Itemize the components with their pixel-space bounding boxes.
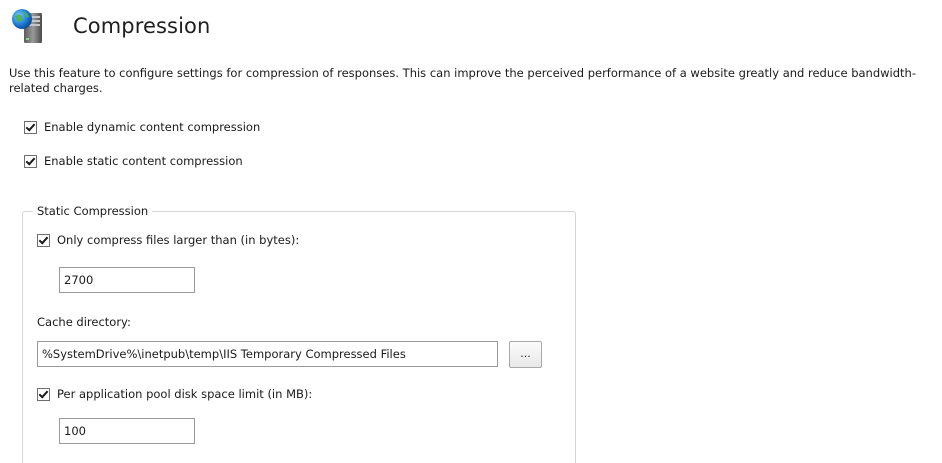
disk-space-limit-input[interactable]: 100	[59, 418, 195, 444]
disk-space-limit-label: Per application pool disk space limit (i…	[57, 387, 313, 401]
browse-button[interactable]: ...	[509, 341, 542, 368]
cache-directory-input[interactable]: %SystemDrive%\inetpub\temp\IIS Temporary…	[37, 341, 498, 367]
only-compress-larger-option[interactable]: Only compress files larger than (in byte…	[37, 231, 299, 249]
compression-page: Compression Use this feature to configur…	[0, 0, 942, 463]
disk-space-limit-option[interactable]: Per application pool disk space limit (i…	[37, 385, 312, 403]
static-compression-option[interactable]: Enable static content compression	[24, 152, 243, 170]
page-header: Compression	[10, 6, 210, 46]
only-compress-larger-checkbox[interactable]	[37, 233, 50, 247]
dynamic-compression-checkbox[interactable]	[24, 120, 37, 134]
dynamic-compression-label: Enable dynamic content compression	[44, 120, 261, 134]
page-title: Compression	[73, 14, 211, 38]
disk-space-limit-checkbox[interactable]	[37, 387, 50, 401]
static-compression-label: Enable static content compression	[44, 154, 243, 168]
cache-directory-label: Cache directory:	[37, 315, 131, 329]
dynamic-compression-option[interactable]: Enable dynamic content compression	[24, 118, 260, 136]
min-file-size-input[interactable]: 2700	[59, 267, 195, 293]
iis-server-globe-icon	[10, 7, 48, 45]
static-compression-group-title: Static Compression	[33, 204, 153, 218]
static-compression-checkbox[interactable]	[24, 154, 37, 168]
feature-description: Use this feature to configure settings f…	[9, 66, 916, 95]
only-compress-larger-label: Only compress files larger than (in byte…	[57, 233, 300, 247]
